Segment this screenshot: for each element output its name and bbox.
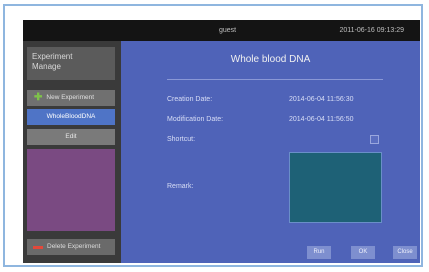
experiment-title: Whole blood DNA — [230, 54, 311, 65]
experiment-detail-panel: Whole blood DNA Creation Date: 2014-06-0… — [121, 41, 420, 263]
close-button[interactable]: Close — [393, 246, 417, 259]
creation-date-label: Creation Date: — [167, 96, 213, 103]
sidebar-title: Experiment Manage — [27, 47, 115, 80]
top-status-bar: guest 2011-06-16 09:13:29 — [23, 20, 420, 41]
modification-date-label: Modification Date: — [167, 116, 224, 123]
sidebar: Experiment Manage ✚ New Experiment WholeB… — [23, 41, 121, 263]
new-experiment-button[interactable]: ✚ New Experiment — [27, 90, 115, 106]
shortcut-checkbox[interactable] — [370, 135, 379, 144]
experiment-list-area[interactable] — [27, 149, 115, 231]
creation-date-value: 2014-06-04 11:56:30 — [289, 96, 354, 103]
minus-icon: ▬ — [33, 241, 43, 252]
run-button[interactable]: Run — [307, 246, 331, 259]
experiment-list-item-selected[interactable]: WholeBloodDNA — [27, 109, 115, 125]
sidebar-title-line2: Manage — [32, 62, 61, 71]
delete-experiment-label: Delete Experiment — [47, 243, 101, 250]
remark-label: Remark: — [167, 183, 194, 190]
datetime-display: 2011-06-16 09:13:29 — [339, 27, 404, 34]
plus-icon: ✚ — [34, 92, 43, 103]
modification-date-value: 2014-06-04 11:56:50 — [289, 116, 354, 123]
shortcut-label: Shortcut: — [167, 136, 196, 143]
remark-textarea[interactable] — [289, 152, 382, 223]
delete-experiment-button[interactable]: ▬ Delete Experiment — [27, 239, 115, 255]
current-user: guest — [219, 27, 237, 34]
ok-button[interactable]: OK — [351, 246, 375, 259]
title-divider — [167, 79, 383, 80]
new-experiment-label: New Experiment — [46, 94, 95, 101]
edit-button[interactable]: Edit — [27, 129, 115, 145]
sidebar-title-line1: Experiment — [32, 52, 73, 61]
